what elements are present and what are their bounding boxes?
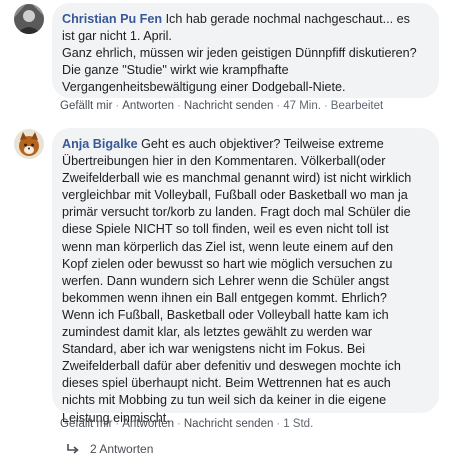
comment-text-line: Zweifelderball dafür aber defenitiv und … (62, 359, 401, 374)
separator-dot: · (323, 100, 328, 112)
avatar-photo-icon (14, 4, 44, 34)
comment-text-line: Ganz ehrlich, müssen wir jeden geistigen… (62, 46, 417, 61)
separator-dot: · (115, 100, 120, 112)
separator-dot: · (177, 100, 181, 112)
comment-bubble: Anja Bigalke Geht es auch objektiver? Te… (52, 128, 439, 425)
comment-text-line: wenn man körperlich das Ziel ist, wenn l… (62, 239, 394, 254)
comment-text-line: nichts mit Mobbing zu tun weil sich da k… (62, 393, 387, 408)
comment-text-line: vergleichbar mit Volleyball, Fußball ode… (62, 188, 408, 203)
separator-dot: · (115, 418, 120, 430)
comment-text-line: Ich hab gerade nochmal nachgeschaut... e… (165, 12, 410, 26)
separator-dot: · (177, 418, 181, 430)
comment-text-line: dieses spiel überhaupt nicht. Beim Wettr… (62, 376, 391, 391)
comment-text-line: werfen. Dann wundern sich Lehrer wenn di… (62, 273, 389, 288)
avatar-photo-icon (14, 129, 44, 159)
comment-text-line: Die ganze "Studie" wirkt wie krampfhafte (62, 63, 289, 78)
edited-label[interactable]: Bearbeitet (331, 100, 383, 112)
comment-text-line: Standard, aber ich war wenigstens nicht … (62, 342, 366, 357)
separator-dot: · (276, 100, 281, 112)
reply-link[interactable]: Antworten (122, 100, 174, 112)
comment-text-line: primär versucht tor/korb zu landen. Frag… (62, 205, 411, 220)
avatar[interactable] (14, 129, 44, 159)
comment-text-line: Wenn ich Fußball, Basketball oder Volley… (62, 307, 389, 322)
comment-bubble: Christian Pu Fen Ich hab gerade nochmal … (52, 3, 439, 98)
send-message-link[interactable]: Nachricht senden (184, 418, 274, 430)
replies-count-label[interactable]: 2 Antworten (90, 442, 153, 456)
comment-text-line: Vergangenheitsbewältigung einer Dodgebal… (62, 80, 346, 95)
reply-link[interactable]: Antworten (122, 418, 174, 430)
reply-arrow-icon (67, 444, 79, 454)
comment-text-line: Übertreibungen hier in den Kommentaren. … (62, 154, 386, 169)
comment-text-line: diese Spiele NICHT so toll finden, weil … (62, 222, 389, 237)
comment-author[interactable]: Christian Pu Fen (62, 12, 162, 26)
send-message-link[interactable]: Nachricht senden (184, 100, 274, 112)
comment-text-line: zumindest damit klar, als letztes gewähl… (62, 325, 373, 340)
like-link[interactable]: Gefällt mir (60, 418, 112, 430)
comment-author[interactable]: Anja Bigalke (62, 137, 138, 151)
comment-text-line: ist gar nicht 1. April. (62, 29, 172, 44)
like-link[interactable]: Gefällt mir (60, 100, 112, 112)
comment-timestamp[interactable]: 47 Min. (283, 100, 321, 112)
comment-text-line: bekommen wenn ihnen ein Ball entgegen ko… (62, 290, 387, 305)
comment-text-line: Zweifelderball wie es manchmal genannt w… (62, 171, 412, 186)
comment-text-line: Geht es auch objektiver? Teilweise extre… (141, 137, 384, 151)
separator-dot: · (276, 418, 281, 430)
comment-actions: Gefällt mir · Antworten · Nachricht senden · 4… (60, 100, 383, 112)
comment-actions: Gefällt mir · Antworten · Nachricht senden · 1… (60, 418, 313, 430)
comment-timestamp[interactable]: 1 Std. (283, 418, 313, 430)
comment-text-line: Kopf zielen oder bewusst so hart wie mög… (62, 256, 393, 271)
avatar[interactable] (14, 4, 44, 34)
view-replies-link[interactable]: 2 Antworten (66, 442, 153, 456)
